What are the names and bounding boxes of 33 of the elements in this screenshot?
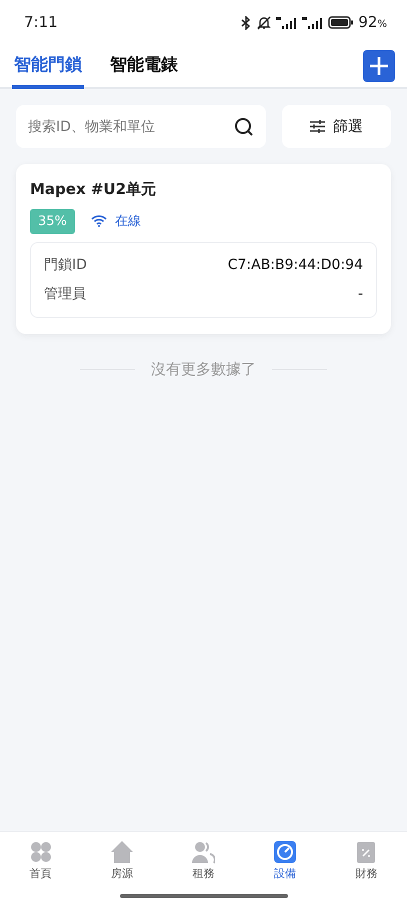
device-title: Mapex #U2单元 [30,179,158,200]
nav-item[interactable]: 財務 [331,832,402,882]
signal-icon [276,16,298,28]
battery-badge: 35% [30,208,75,234]
search-field[interactable]: 搜索ID、物業和單位 [16,105,266,148]
search-icon[interactable] [234,117,254,137]
field-value: C7:AB:B9:44:D0:94 [228,256,363,275]
field-value: - [358,285,363,304]
battery-icon [328,16,354,29]
tab[interactable]: 智能電錶 [108,45,180,89]
plus-icon [369,56,389,76]
tab[interactable]: 智能門鎖 [12,45,84,89]
sliders-icon [310,120,325,133]
end-of-list-note: 沒有更多數據了 [151,359,256,380]
field-label: 管理員 [44,285,86,304]
bluetooth-icon [240,16,252,30]
gauge-icon [272,840,297,864]
field-label: 門鎖ID [44,256,87,275]
online-status: 在線 [114,212,141,230]
nav-item[interactable]: 設備 [250,832,320,882]
people-icon [191,840,216,864]
signal-icon [302,16,324,28]
nav-item[interactable]: 首頁 [6,832,76,882]
battery-percent: 92% [358,12,387,34]
add-button[interactable] [363,50,395,82]
grid-icon [28,840,53,864]
house-icon [110,840,134,864]
status-time: 7:11 [24,12,58,34]
device-card[interactable]: Mapex #U2单元 35% 在線 門鎖ID C7:AB:B9:44:D0:94 管理員 - [16,164,391,334]
nav-item[interactable]: 房源 [87,832,158,882]
mute-icon [256,16,272,30]
filter-button[interactable]: 篩選 [282,105,391,148]
nav-item[interactable]: 租務 [168,832,238,882]
